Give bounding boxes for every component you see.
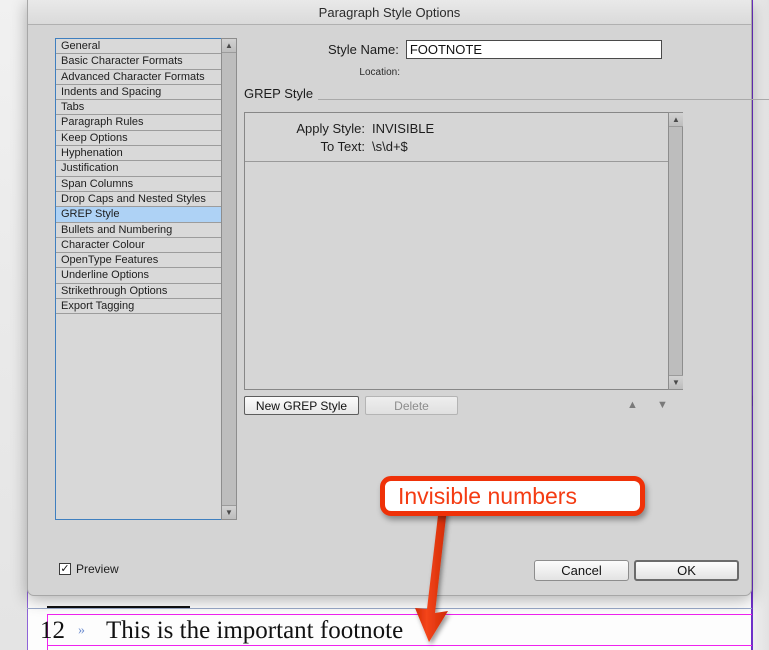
- sidebar-item-label: Indents and Spacing: [61, 85, 162, 98]
- sidebar-item-span-columns[interactable]: Span Columns: [56, 176, 229, 192]
- sidebar-item-label: Paragraph Rules: [61, 116, 144, 129]
- scroll-down-icon[interactable]: ▼: [222, 505, 236, 519]
- sidebar-item-label: Keep Options: [61, 131, 128, 144]
- footnote-number: 12: [40, 617, 65, 644]
- grep-style-heading: GREP Style: [244, 86, 314, 101]
- sidebar-item-label: Justification: [61, 162, 119, 175]
- sidebar-item-hyphenation[interactable]: Hyphenation: [56, 146, 229, 162]
- grep-style-row[interactable]: Apply Style: INVISIBLE To Text: \s\d+$: [245, 113, 676, 162]
- sidebar-item-label: Character Colour: [61, 238, 145, 251]
- sidebar-item-strikethrough-options[interactable]: Strikethrough Options: [56, 283, 229, 300]
- apply-style-line: Apply Style: INVISIBLE: [245, 120, 676, 138]
- style-category-scrollbar[interactable]: ▲ ▼: [221, 38, 237, 520]
- sidebar-item-advanced-character-formats[interactable]: Advanced Character Formats: [56, 69, 229, 85]
- sidebar-item-label: Advanced Character Formats: [61, 70, 205, 83]
- sidebar-item-basic-character-formats[interactable]: Basic Character Formats: [56, 54, 229, 70]
- scroll-down-icon[interactable]: ▼: [669, 375, 683, 389]
- ok-button[interactable]: OK: [634, 560, 739, 581]
- baseline-guide: [27, 608, 752, 609]
- location-row: Location:: [328, 67, 668, 78]
- sidebar-item-label: OpenType Features: [61, 254, 159, 267]
- tab-marker-icon: »: [78, 623, 85, 638]
- footnote-text: This is the important footnote: [106, 617, 404, 644]
- preview-checkbox[interactable]: ✓: [59, 563, 71, 575]
- sidebar-item-bullets-and-numbering[interactable]: Bullets and Numbering: [56, 222, 229, 238]
- delete-grep-style-button: Delete: [365, 396, 458, 415]
- sidebar-item-character-colour[interactable]: Character Colour: [56, 237, 229, 254]
- sidebar-item-keep-options[interactable]: Keep Options: [56, 130, 229, 147]
- sidebar-item-label: Bullets and Numbering: [61, 223, 173, 236]
- preview-checkbox-row[interactable]: ✓ Preview: [59, 562, 119, 576]
- sidebar-item-drop-caps-and-nested-styles[interactable]: Drop Caps and Nested Styles: [56, 191, 229, 208]
- style-name-row: Style Name:: [328, 40, 662, 59]
- sidebar-item-tabs[interactable]: Tabs: [56, 100, 229, 116]
- annotation-callout: Invisible numbers: [380, 476, 645, 516]
- pasteboard-area: [753, 0, 769, 650]
- sidebar-item-justification[interactable]: Justification: [56, 161, 229, 177]
- to-text-label: To Text:: [320, 139, 365, 154]
- scroll-up-icon[interactable]: ▲: [222, 39, 236, 53]
- style-name-label: Style Name:: [328, 42, 399, 57]
- apply-style-label: Apply Style:: [296, 121, 365, 136]
- sidebar-item-label: Hyphenation: [61, 147, 123, 160]
- cancel-button[interactable]: Cancel: [534, 560, 629, 581]
- to-text-value[interactable]: \s\d+$: [372, 138, 408, 156]
- move-up-icon[interactable]: ▲: [625, 398, 640, 412]
- apply-style-value[interactable]: INVISIBLE: [372, 120, 434, 138]
- sidebar-item-opentype-features[interactable]: OpenType Features: [56, 253, 229, 269]
- grep-style-scrollbar[interactable]: ▲ ▼: [668, 112, 683, 390]
- sidebar-item-underline-options[interactable]: Underline Options: [56, 268, 229, 284]
- sidebar-item-label: Tabs: [61, 101, 85, 114]
- location-label: Location:: [359, 67, 400, 78]
- section-divider: [318, 99, 769, 100]
- annotation-callout-text: Invisible numbers: [398, 482, 577, 509]
- sidebar-item-label: General: [61, 40, 101, 52]
- sidebar-item-label: Underline Options: [61, 269, 150, 282]
- preview-label: Preview: [76, 562, 119, 576]
- sidebar-item-label: GREP Style: [61, 208, 120, 221]
- scroll-up-icon[interactable]: ▲: [669, 113, 683, 127]
- sidebar-item-label: Span Columns: [61, 177, 134, 190]
- sidebar-item-general[interactable]: General: [56, 39, 229, 55]
- sidebar-item-grep-style[interactable]: GREP Style: [56, 207, 229, 223]
- dialog-title: Paragraph Style Options: [318, 4, 461, 20]
- footnote-line: 12 » This is the important footnote: [40, 614, 740, 648]
- move-down-icon[interactable]: ▼: [655, 398, 670, 412]
- grep-style-list[interactable]: Apply Style: INVISIBLE To Text: \s\d+$: [244, 112, 677, 390]
- sidebar-item-paragraph-rules[interactable]: Paragraph Rules: [56, 115, 229, 131]
- sidebar-item-label: Export Tagging: [61, 300, 135, 313]
- sidebar-item-export-tagging[interactable]: Export Tagging: [56, 299, 229, 315]
- sidebar-item-label: Basic Character Formats: [61, 55, 183, 68]
- to-text-line: To Text: \s\d+$: [245, 138, 676, 156]
- sidebar-item-indents-and-spacing[interactable]: Indents and Spacing: [56, 84, 229, 101]
- style-name-input[interactable]: [405, 40, 662, 59]
- new-grep-style-button[interactable]: New GREP Style: [244, 396, 359, 415]
- style-category-list[interactable]: General Basic Character Formats Advanced C…: [55, 38, 230, 520]
- dialog-titlebar[interactable]: Paragraph Style Options: [28, 0, 751, 25]
- sidebar-item-label: Drop Caps and Nested Styles: [61, 192, 206, 205]
- sidebar-item-label: Strikethrough Options: [61, 284, 168, 297]
